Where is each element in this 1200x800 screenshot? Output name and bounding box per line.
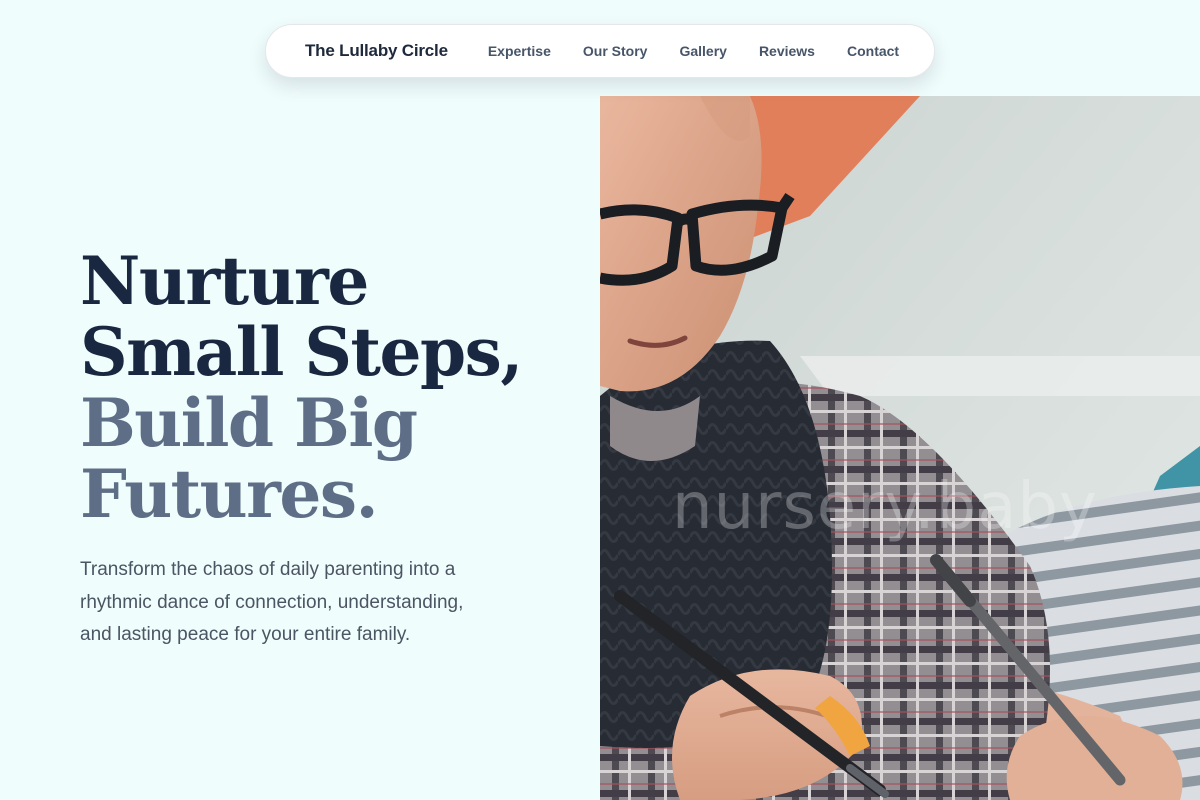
hero-photo: nursery.baby xyxy=(600,96,1200,800)
headline-line-2: Small Steps, xyxy=(80,313,523,391)
hero-headline: Nurture Small Steps, Build Big Futures. xyxy=(80,246,550,530)
brand-logo-link[interactable]: The Lullaby Circle xyxy=(305,41,448,61)
hero-section: Nurture Small Steps, Build Big Futures. … xyxy=(80,246,550,652)
headline-line-1: Nurture xyxy=(80,242,369,320)
hero-photo-illustration xyxy=(600,96,1200,800)
nav-link-our-story[interactable]: Our Story xyxy=(583,43,648,59)
nav-links: Expertise Our Story Gallery Reviews Cont… xyxy=(488,43,899,59)
nav-link-gallery[interactable]: Gallery xyxy=(679,43,726,59)
top-nav: The Lullaby Circle Expertise Our Story G… xyxy=(265,24,935,78)
nav-link-reviews[interactable]: Reviews xyxy=(759,43,815,59)
nav-link-contact[interactable]: Contact xyxy=(847,43,899,59)
hero-subtext: Transform the chaos of daily parenting i… xyxy=(80,559,464,645)
nav-link-expertise[interactable]: Expertise xyxy=(488,43,551,59)
photo-watermark: nursery.baby xyxy=(672,470,1098,544)
headline-line-3: Build Big xyxy=(80,384,418,462)
headline-line-4: Futures. xyxy=(80,455,379,533)
